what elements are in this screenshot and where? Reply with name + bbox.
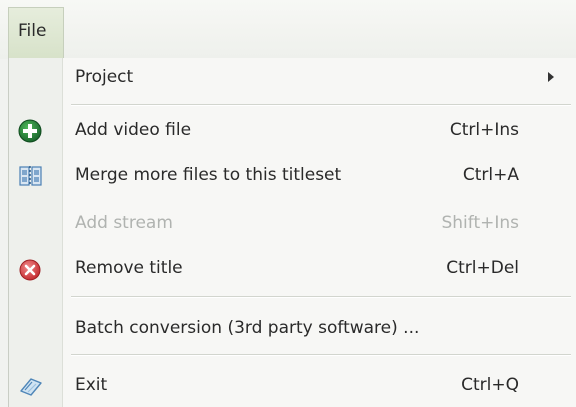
menu-separator [71, 354, 571, 356]
shortcut-remove-title: Ctrl+Del [446, 258, 519, 278]
menu-item-remove-title-label: Remove title [75, 258, 183, 278]
menu-item-merge-files[interactable]: Merge more files to this titleset Ctrl+A [9, 156, 576, 196]
menu-item-merge-files-label: Merge more files to this titleset [75, 165, 342, 185]
merge-icon [17, 163, 45, 189]
file-menu-label: File [18, 21, 47, 41]
menu-item-project[interactable]: Project [9, 58, 576, 98]
menu-item-exit-label: Exit [75, 375, 108, 395]
file-dropdown-menu: Project Add video file Ctrl+Ins Merge mo… [8, 58, 576, 407]
shortcut-merge-files: Ctrl+A [462, 165, 519, 185]
menu-separator [71, 296, 571, 298]
menu-bar: File [0, 0, 576, 59]
menu-item-project-label: Project [75, 67, 134, 87]
shortcut-add-video-file: Ctrl+Ins [449, 120, 519, 140]
exit-icon [17, 373, 45, 399]
menu-item-add-stream[interactable]: Add stream Shift+Ins [9, 204, 576, 244]
add-icon [17, 118, 45, 144]
file-menu[interactable]: File [8, 7, 64, 59]
remove-icon [17, 256, 45, 282]
menu-item-add-video-file[interactable]: Add video file Ctrl+Ins [9, 111, 576, 151]
menu-item-remove-title[interactable]: Remove title Ctrl+Del [9, 249, 576, 289]
menu-item-batch-conversion-label: Batch conversion (3rd party software) ..… [75, 318, 420, 338]
menu-item-add-video-file-label: Add video file [75, 120, 192, 140]
menu-item-add-stream-label: Add stream [75, 213, 173, 233]
shortcut-add-stream: Shift+Ins [441, 213, 519, 233]
shortcut-exit: Ctrl+Q [461, 375, 519, 395]
menu-item-exit[interactable]: Exit Ctrl+Q [9, 366, 576, 406]
menu-item-batch-conversion[interactable]: Batch conversion (3rd party software) ..… [9, 309, 576, 349]
menu-separator [71, 104, 571, 106]
submenu-arrow-icon [548, 72, 554, 82]
